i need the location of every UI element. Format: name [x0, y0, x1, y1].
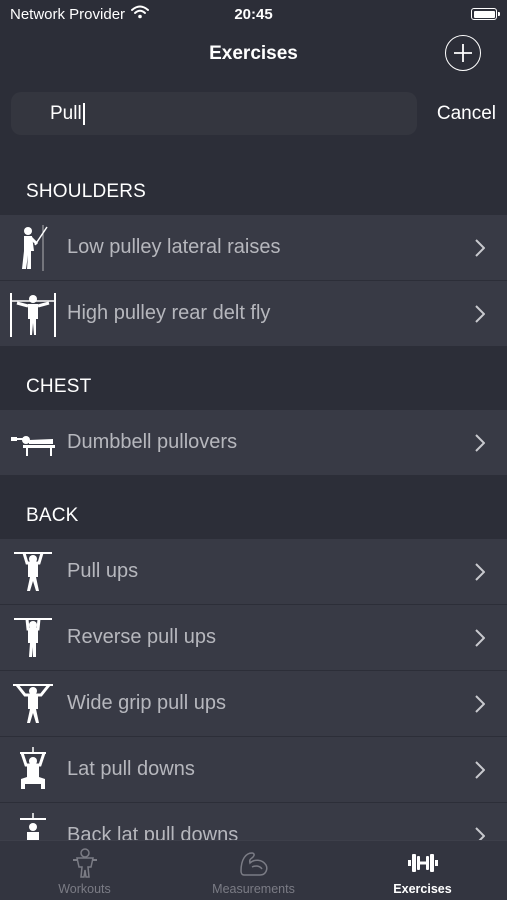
exercise-list[interactable]: SHOULDERS Low pulley lateral raises High…	[0, 152, 507, 840]
measurements-icon	[238, 847, 270, 879]
list-item[interactable]: Dumbbell pullovers	[0, 410, 507, 476]
list-item[interactable]: Reverse pull ups	[0, 605, 507, 671]
list-item-label: Back lat pull downs	[67, 824, 239, 840]
chevron-right-icon	[475, 434, 485, 452]
chevron-right-icon	[475, 827, 485, 840]
cable-rear-delt-fly-icon	[8, 289, 58, 339]
carrier-label: Network Provider	[10, 5, 126, 23]
cancel-button[interactable]: Cancel	[437, 92, 496, 135]
navigation-bar: Exercises	[0, 28, 507, 80]
cable-lateral-raise-icon	[8, 223, 58, 273]
status-bar: Network Provider 20:45	[0, 0, 507, 28]
page-title: Exercises	[209, 43, 298, 64]
section-header-back: BACK	[26, 505, 79, 526]
workouts-icon	[69, 847, 101, 879]
reverse-pull-up-icon	[8, 613, 58, 663]
lat-pulldown-icon	[8, 745, 58, 795]
tab-label: Workouts	[58, 882, 111, 896]
dumbbell-icon	[407, 847, 439, 879]
chevron-right-icon	[475, 305, 485, 323]
list-item-label: Pull ups	[67, 560, 139, 582]
tab-workouts[interactable]: Workouts	[0, 841, 169, 900]
list-item[interactable]: Low pulley lateral raises	[0, 215, 507, 281]
text-cursor	[82, 102, 85, 125]
section-header-shoulders: SHOULDERS	[26, 181, 147, 202]
tab-bar: Workouts Measurements Exercises	[0, 840, 507, 900]
chevron-right-icon	[475, 761, 485, 779]
list-item[interactable]: Wide grip pull ups	[0, 671, 507, 737]
section-header-chest: CHEST	[26, 376, 92, 397]
add-exercise-button[interactable]	[445, 35, 481, 71]
tab-exercises[interactable]: Exercises	[338, 841, 507, 900]
chevron-right-icon	[475, 239, 485, 257]
tab-label: Measurements	[212, 882, 295, 896]
list-item-label: Dumbbell pullovers	[67, 431, 238, 453]
search-bar: Pull Cancel	[0, 80, 507, 152]
list-item-label: Wide grip pull ups	[67, 692, 226, 714]
battery-icon	[471, 8, 500, 20]
pull-up-icon	[8, 547, 58, 597]
chevron-right-icon	[475, 563, 485, 581]
chevron-right-icon	[475, 629, 485, 647]
list-item[interactable]: High pulley rear delt fly	[0, 281, 507, 347]
list-item-label: Low pulley lateral raises	[67, 236, 281, 258]
status-left: Network Provider	[10, 5, 150, 23]
list-item[interactable]: Back lat pull downs	[0, 803, 507, 840]
list-item-label: High pulley rear delt fly	[67, 302, 271, 324]
list-item-label: Reverse pull ups	[67, 626, 216, 648]
tab-label: Exercises	[393, 882, 452, 896]
search-input[interactable]: Pull	[11, 92, 417, 135]
list-item[interactable]: Lat pull downs	[0, 737, 507, 803]
list-item-label: Lat pull downs	[67, 758, 195, 780]
chevron-right-icon	[475, 695, 485, 713]
list-item[interactable]: Pull ups	[0, 539, 507, 605]
search-value: Pull	[50, 103, 82, 124]
bench-pullover-icon	[8, 418, 58, 468]
wide-grip-pull-up-icon	[8, 679, 58, 729]
tab-measurements[interactable]: Measurements	[169, 841, 338, 900]
plus-icon	[454, 44, 472, 62]
back-lat-pulldown-icon	[8, 811, 58, 840]
wifi-icon	[131, 5, 150, 23]
